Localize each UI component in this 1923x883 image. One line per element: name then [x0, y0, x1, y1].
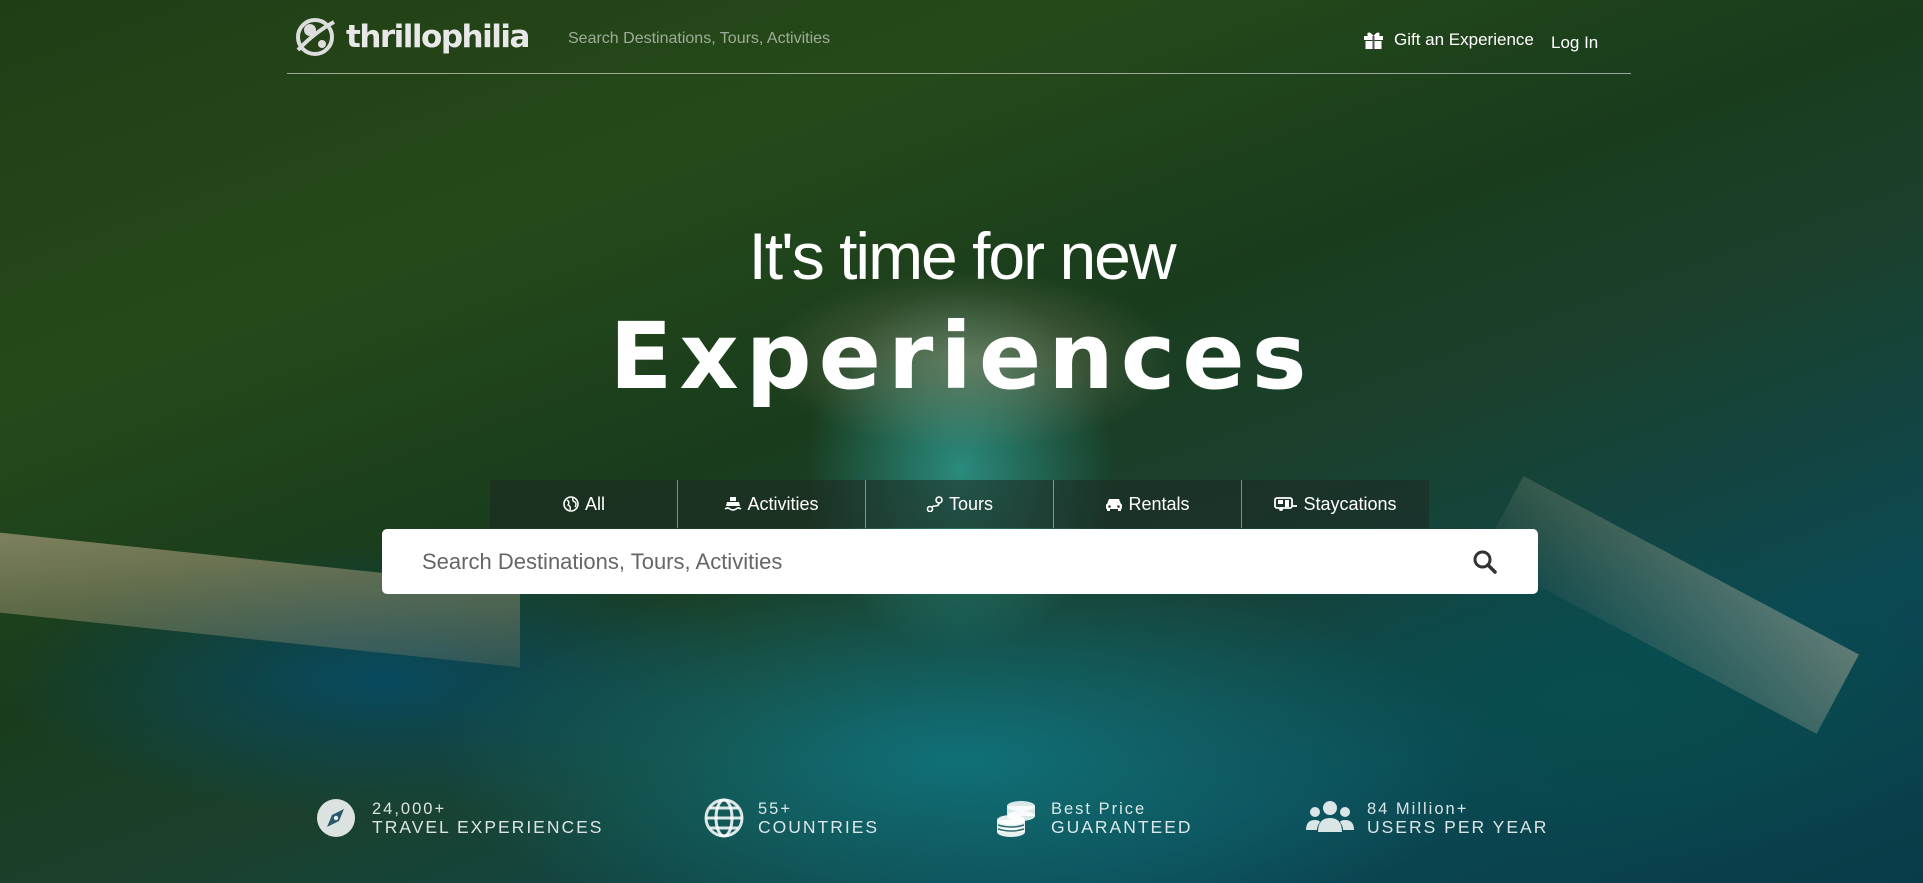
stat-value: 84 Million+ — [1367, 800, 1469, 818]
main-search-bar — [382, 529, 1538, 594]
gift-experience-link[interactable]: Gift an Experience — [1363, 30, 1534, 50]
tab-rentals[interactable]: Rentals — [1054, 480, 1242, 528]
stat-users: 84 Million+ USERS PER YEAR — [1305, 798, 1548, 838]
stat-best-price: Best Price GUARANTEED — [995, 798, 1193, 838]
tab-label: All — [584, 493, 605, 514]
stat-countries: 55+ COUNTRIES — [702, 798, 879, 838]
category-tabs: All Activities Tours Rentals Staycations — [490, 480, 1429, 528]
route-icon — [926, 496, 943, 512]
tab-label: Staycations — [1303, 493, 1397, 514]
boat-icon — [725, 497, 742, 511]
stat-label: GUARANTEED — [1051, 817, 1193, 837]
tab-tours[interactable]: Tours — [866, 480, 1054, 528]
gift-icon — [1364, 32, 1383, 49]
caravan-icon — [1274, 497, 1298, 511]
logo-icon — [296, 18, 335, 56]
users-icon — [1306, 801, 1354, 832]
logo-text: thrillophilia — [346, 19, 530, 55]
coins-icon — [997, 801, 1035, 837]
tab-activities[interactable]: Activities — [678, 480, 866, 528]
main-search-input[interactable] — [422, 529, 1422, 594]
tab-staycations[interactable]: Staycations — [1242, 480, 1429, 528]
top-header: thrillophilia Gift an Experience Log In — [287, 0, 1631, 74]
hero-tagline: It's time for new — [748, 219, 1176, 293]
tab-label: Activities — [747, 493, 819, 514]
car-icon — [1106, 499, 1123, 511]
stat-label: TRAVEL EXPERIENCES — [372, 817, 604, 837]
stat-value: Best Price — [1051, 800, 1147, 818]
hero-title: Experiences — [609, 303, 1314, 410]
stat-value: 24,000+ — [372, 800, 447, 818]
login-link[interactable]: Log In — [1551, 33, 1598, 53]
globe-icon — [563, 496, 579, 512]
tab-label: Tours — [948, 493, 993, 514]
search-icon[interactable] — [1472, 549, 1498, 575]
logo[interactable]: thrillophilia — [290, 12, 530, 62]
tab-all[interactable]: All — [490, 480, 678, 528]
tab-label: Rentals — [1128, 493, 1190, 514]
compass-icon — [317, 799, 355, 837]
header-search-input[interactable] — [568, 30, 868, 48]
hero-overlay — [0, 0, 1923, 883]
stat-value: 55+ — [758, 800, 792, 818]
stat-experiences: 24,000+ TRAVEL EXPERIENCES — [316, 798, 603, 838]
globe-icon — [704, 798, 744, 838]
stat-label: COUNTRIES — [758, 817, 880, 837]
stat-label: USERS PER YEAR — [1367, 817, 1549, 837]
gift-label: Gift an Experience — [1394, 30, 1534, 49]
